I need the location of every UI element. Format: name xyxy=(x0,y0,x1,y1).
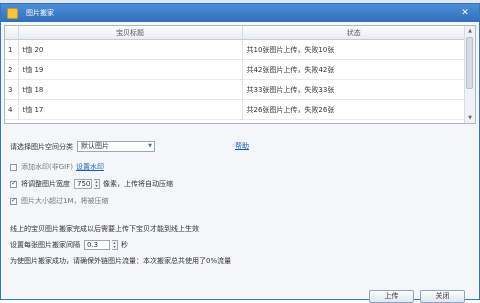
row-index: 3 xyxy=(5,79,19,100)
resize-checkbox[interactable] xyxy=(10,179,17,188)
scroll-up-icon[interactable]: ▲ xyxy=(465,26,475,36)
note-text: 线上的宝贝图片搬家完成以后需要上传下宝贝才能到线上生效 xyxy=(10,225,199,233)
column-header-status[interactable]: 状态 xyxy=(242,26,466,40)
table-scrollbar[interactable]: ▲ ▼ xyxy=(464,26,475,123)
row-title: t恤 19 xyxy=(18,59,243,80)
compress-row: 图片大小超过1M，将被压缩 xyxy=(10,196,109,206)
row-index: 1 xyxy=(5,39,19,60)
column-header-title[interactable]: 宝贝标题 xyxy=(18,26,243,40)
category-row: 请选择图片空间分类 默认图片 ▼ xyxy=(10,141,155,152)
note-row: 线上的宝贝图片搬家完成以后需要上传下宝贝才能到线上生效 xyxy=(10,224,199,234)
category-label: 请选择图片空间分类 xyxy=(10,142,73,151)
status-text: 为使图片搬家成功，请确保外链图片流量：本次搬家总共使用了0%流量 xyxy=(10,257,232,265)
watermark-checkbox[interactable] xyxy=(10,163,17,171)
app-icon xyxy=(7,7,18,19)
status-row: 为使图片搬家成功，请确保外链图片流量：本次搬家总共使用了0%流量 xyxy=(10,256,231,266)
scroll-down-icon[interactable]: ▼ xyxy=(465,113,475,123)
resize-width-stepper[interactable]: ▴ ▾ xyxy=(94,179,100,189)
chevron-down-icon: ▼ xyxy=(148,143,152,149)
column-header-index[interactable] xyxy=(5,26,19,40)
row-index: 2 xyxy=(5,59,19,80)
table-row[interactable]: 4 t恤 17 共26张图片上传，失败26张 xyxy=(5,99,466,120)
close-button[interactable]: 关闭 xyxy=(420,290,465,303)
watermark-row: 添加水印(非GIF) 设置水印 xyxy=(10,162,104,172)
category-value: 默认图片 xyxy=(81,142,109,150)
watermark-settings-link[interactable]: 设置水印 xyxy=(76,162,104,172)
row-status: 共10张图片上传，失败10张 xyxy=(242,39,466,60)
watermark-label: 添加水印(非GIF) xyxy=(21,163,73,171)
scrollbar-thumb[interactable] xyxy=(466,37,473,89)
interval-input[interactable]: 0.3 xyxy=(84,240,110,250)
table-row[interactable]: 2 t恤 19 共42张图片上传，失败42张 xyxy=(5,59,466,80)
image-move-dialog: 图片搬家 ✕ 宝贝标题 状态 1 t恤 20 共10张图片上传，失败10张 2 … xyxy=(0,3,480,303)
close-icon[interactable]: ✕ xyxy=(459,7,471,19)
compress-label: 图片大小超过1M，将被压缩 xyxy=(21,197,109,205)
dialog-title: 图片搬家 xyxy=(26,9,54,17)
item-table: 宝贝标题 状态 1 t恤 20 共10张图片上传，失败10张 2 t恤 19 共… xyxy=(4,25,476,124)
row-status: 共33张图片上传，失败33张 xyxy=(242,79,466,100)
table-header-row: 宝贝标题 状态 xyxy=(5,26,466,40)
settings-form: 请选择图片空间分类 默认图片 ▼ 帮助 添加水印(非GIF) 设置水印 将调整图… xyxy=(4,128,476,288)
row-index: 4 xyxy=(5,99,19,120)
row-title: t恤 17 xyxy=(18,99,243,120)
table-row[interactable]: 3 t恤 18 共33张图片上传，失败33张 xyxy=(5,79,466,100)
row-title: t恤 20 xyxy=(18,39,243,60)
interval-stepper[interactable]: ▴ ▾ xyxy=(112,240,118,250)
row-title: t恤 18 xyxy=(18,79,243,100)
category-select[interactable]: 默认图片 ▼ xyxy=(77,141,155,152)
interval-label: 设置每张图片搬家间隔 xyxy=(10,241,80,249)
row-status: 共42张图片上传，失败42张 xyxy=(242,59,466,80)
interval-unit: 秒 xyxy=(121,241,128,249)
resize-suffix: 像素，上传将自动压缩 xyxy=(103,180,173,188)
row-status: 共26张图片上传，失败26张 xyxy=(242,99,466,120)
dialog-titlebar[interactable]: 图片搬家 ✕ xyxy=(1,4,479,22)
resize-row: 将调整图片宽度 750 ▴▾ 像素，上传将自动压缩 xyxy=(10,179,173,189)
compress-checkbox[interactable] xyxy=(10,196,17,205)
resize-label: 将调整图片宽度 xyxy=(21,180,70,188)
help-link[interactable]: 帮助 xyxy=(235,141,249,151)
interval-row: 设置每张图片搬家间隔 0.3 ▴ ▾ 秒 xyxy=(10,240,128,250)
table-row[interactable]: 1 t恤 20 共10张图片上传，失败10张 xyxy=(5,39,466,60)
resize-width-input[interactable]: 750 xyxy=(74,179,92,189)
upload-button[interactable]: 上传 xyxy=(369,290,414,303)
